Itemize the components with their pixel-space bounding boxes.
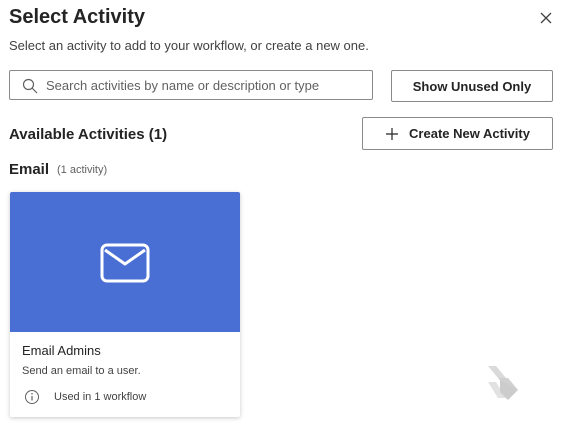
activity-name: Email Admins xyxy=(22,343,101,358)
group-count: (1 activity) xyxy=(57,164,108,176)
plus-icon xyxy=(386,127,399,140)
show-unused-only-label: Show Unused Only xyxy=(412,78,532,94)
create-new-activity-label: Create New Activity xyxy=(409,126,530,141)
show-unused-only-button[interactable]: Show Unused Only xyxy=(391,70,553,102)
envelope-icon xyxy=(100,243,150,283)
create-new-activity-button[interactable]: Create New Activity xyxy=(362,117,553,150)
group-heading-email: Email xyxy=(9,161,50,178)
search-input[interactable] xyxy=(46,71,366,99)
dialog-title: Select Activity xyxy=(9,6,145,28)
close-icon xyxy=(540,12,552,24)
watermark-logo-icon xyxy=(488,366,518,400)
activity-usage: Used in 1 workflow xyxy=(54,391,147,403)
available-activities-heading: Available Activities (1) xyxy=(9,126,168,143)
search-box[interactable] xyxy=(9,70,373,100)
activity-tile xyxy=(10,192,240,332)
activity-description: Send an email to a user. xyxy=(22,365,141,377)
info-icon xyxy=(25,390,39,404)
activity-card-email-admins[interactable]: Email Admins Send an email to a user. Us… xyxy=(10,192,240,417)
close-button[interactable] xyxy=(537,9,555,27)
search-icon xyxy=(22,78,38,94)
dialog-subtitle: Select an activity to add to your workfl… xyxy=(9,38,369,53)
